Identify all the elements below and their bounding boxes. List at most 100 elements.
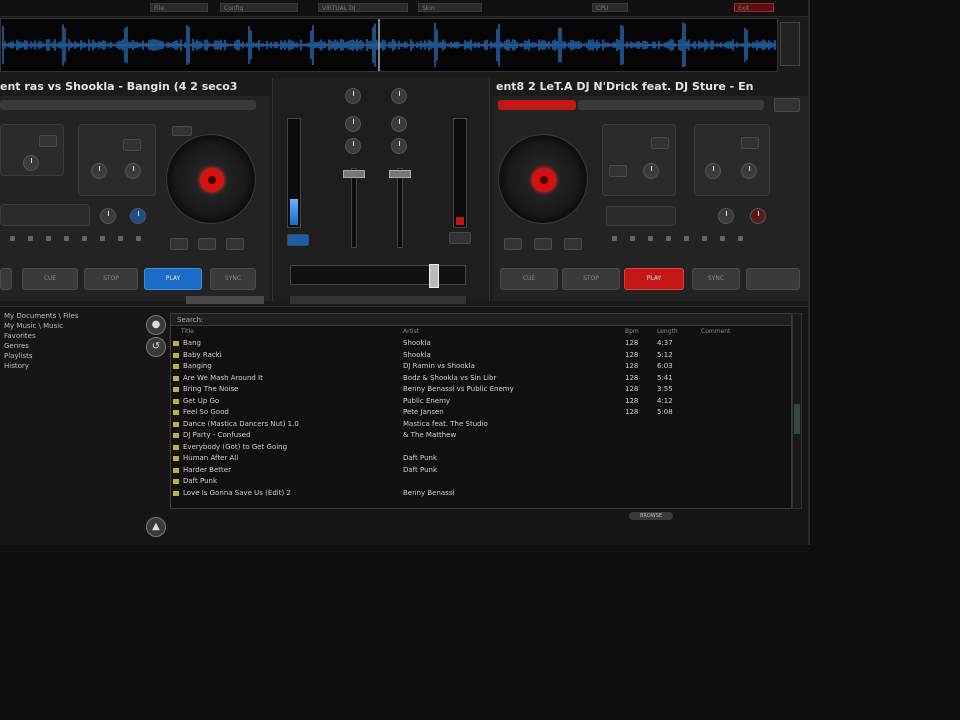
left-hotcue-led-7[interactable] xyxy=(118,236,123,241)
left-effect-select[interactable] xyxy=(123,139,141,151)
left-high-knob[interactable] xyxy=(345,116,361,132)
right-loop-knob-2[interactable] xyxy=(741,163,757,179)
right-volume-fader[interactable] xyxy=(389,170,411,178)
right-gain-knob[interactable] xyxy=(718,208,734,224)
left-hotcue-led-6[interactable] xyxy=(100,236,105,241)
left-hotcue-led-3[interactable] xyxy=(46,236,51,241)
right-pitch-plus[interactable] xyxy=(564,238,582,250)
left-mid-knob[interactable] xyxy=(345,138,361,154)
eject-icon[interactable]: ▲ xyxy=(146,517,166,537)
table-row[interactable]: DJ Party - Confused & The Matthew xyxy=(171,430,791,441)
menu-item-config[interactable]: Config xyxy=(220,3,298,12)
menu-item-video[interactable]: VIRTUAL DJ xyxy=(318,3,408,12)
crossfader-handle[interactable] xyxy=(429,264,439,288)
left-pitch-minus[interactable] xyxy=(170,238,188,250)
waveform-display[interactable] xyxy=(0,18,778,72)
left-pitch-plus[interactable] xyxy=(226,238,244,250)
right-key-knob[interactable] xyxy=(750,208,766,224)
left-hotcue-led-5[interactable] xyxy=(82,236,87,241)
left-stop-button[interactable]: CUE xyxy=(22,268,78,290)
table-row[interactable]: Are We Mash Around It Bodz & Shookla vs S… xyxy=(171,373,791,384)
right-high-knob[interactable] xyxy=(391,116,407,132)
right-effect-select[interactable] xyxy=(651,137,669,149)
tree-item-genres[interactable]: Genres xyxy=(0,341,140,351)
right-pitch-minus[interactable] xyxy=(504,238,522,250)
table-row[interactable]: Get Up Go Public Enemy 128 4:12 xyxy=(171,396,791,407)
tree-item-favorites[interactable]: Favorites xyxy=(0,331,140,341)
mixer-tab-row[interactable] xyxy=(290,296,466,304)
left-pitch-bar[interactable] xyxy=(0,100,256,110)
left-effect-knob-2[interactable] xyxy=(125,163,141,179)
table-row[interactable]: Bang Shookla 128 4:37 xyxy=(171,338,791,349)
right-extra-button[interactable] xyxy=(746,268,800,290)
table-row[interactable]: Dance (Mastica Dancers Nut) 1.0 Mastica f… xyxy=(171,419,791,430)
table-row[interactable]: Daft Punk xyxy=(171,476,791,487)
right-gain-mixer-knob[interactable] xyxy=(391,88,407,104)
col-length-header[interactable]: Length xyxy=(657,327,678,337)
left-gain-mixer-knob[interactable] xyxy=(345,88,361,104)
crossfader[interactable] xyxy=(290,264,466,288)
left-loop-button[interactable] xyxy=(39,135,57,147)
left-play-button[interactable]: PLAY xyxy=(144,268,202,290)
left-effect-knob-1[interactable] xyxy=(91,163,107,179)
table-row[interactable]: Harder Better Daft Punk xyxy=(171,465,791,476)
right-hotcue-led-1[interactable] xyxy=(612,236,617,241)
right-mid-knob[interactable] xyxy=(391,138,407,154)
left-hotcue-led-4[interactable] xyxy=(64,236,69,241)
track-list-scrollbar[interactable] xyxy=(792,313,802,509)
waveform-zoom-button[interactable] xyxy=(780,22,800,66)
right-hotcue-led-7[interactable] xyxy=(720,236,725,241)
left-deck-tab[interactable] xyxy=(186,296,264,304)
left-key-knob[interactable] xyxy=(130,208,146,224)
col-bpm-header[interactable]: Bpm xyxy=(625,327,639,337)
table-row[interactable]: Love Is Gonna Save Us (Edit) 2 Benny Bena… xyxy=(171,488,791,499)
left-hotcue-led-1[interactable] xyxy=(10,236,15,241)
col-comment-header[interactable]: Comment xyxy=(701,327,730,337)
right-loop-button[interactable] xyxy=(741,137,759,149)
right-loop-knob-1[interactable] xyxy=(705,163,721,179)
refresh-icon[interactable]: ↺ xyxy=(146,337,166,357)
left-pause-button[interactable]: STOP xyxy=(84,268,138,290)
right-pitch-bar[interactable] xyxy=(578,100,764,110)
table-row[interactable]: Human After All Daft Punk xyxy=(171,453,791,464)
right-play-button[interactable]: PLAY xyxy=(624,268,684,290)
table-row[interactable]: Feel So Good Pete Jansen 128 5:08 xyxy=(171,407,791,418)
left-cue-button[interactable] xyxy=(0,268,12,290)
right-hotcue-led-5[interactable] xyxy=(684,236,689,241)
tree-item-documents[interactable]: My Documents \ Files xyxy=(0,311,140,321)
right-effect-knob[interactable] xyxy=(643,163,659,179)
tree-item-music[interactable]: My Music \ Music xyxy=(0,321,140,331)
search-icon[interactable]: ● xyxy=(146,315,166,335)
left-hotcue-led-2[interactable] xyxy=(28,236,33,241)
exit-button[interactable]: Exit xyxy=(734,3,774,12)
tree-item-history[interactable]: History xyxy=(0,361,140,371)
left-pfl-button[interactable] xyxy=(287,234,309,246)
left-pitch-reset[interactable] xyxy=(198,238,216,250)
left-gain-knob[interactable] xyxy=(100,208,116,224)
col-title-header[interactable]: Title xyxy=(181,327,194,337)
search-input[interactable]: Search: xyxy=(171,314,791,326)
right-effect-button[interactable] xyxy=(609,165,627,177)
right-pause-button[interactable]: STOP xyxy=(562,268,620,290)
scrollbar-thumb[interactable] xyxy=(794,404,800,434)
right-hotcue-led-2[interactable] xyxy=(630,236,635,241)
left-hotcue-led-8[interactable] xyxy=(136,236,141,241)
right-hotcue-led-3[interactable] xyxy=(648,236,653,241)
left-loop-knob[interactable] xyxy=(23,155,39,171)
left-tonearm-button[interactable] xyxy=(172,126,192,136)
right-hotcue-led-8[interactable] xyxy=(738,236,743,241)
right-turntable[interactable] xyxy=(498,134,588,224)
right-sync-button[interactable]: SYNC xyxy=(692,268,740,290)
left-volume-fader[interactable] xyxy=(343,170,365,178)
col-artist-header[interactable]: Artist xyxy=(403,327,419,337)
right-stop-button[interactable]: CUE xyxy=(500,268,558,290)
table-row[interactable]: Bring The Noise Benny Benassi vs Public E… xyxy=(171,384,791,395)
right-hotcue-led-6[interactable] xyxy=(702,236,707,241)
right-pfl-button[interactable] xyxy=(449,232,471,244)
table-row[interactable]: Everybody (Got) to Get Going xyxy=(171,442,791,453)
left-sync-button[interactable]: SYNC xyxy=(210,268,256,290)
menu-item-file[interactable]: File xyxy=(150,3,208,12)
right-pitch-bar-active[interactable] xyxy=(498,100,576,110)
right-deck-menu-button[interactable] xyxy=(774,98,800,112)
table-row[interactable]: Banging DJ Ramin vs Shookla 128 6:03 xyxy=(171,361,791,372)
